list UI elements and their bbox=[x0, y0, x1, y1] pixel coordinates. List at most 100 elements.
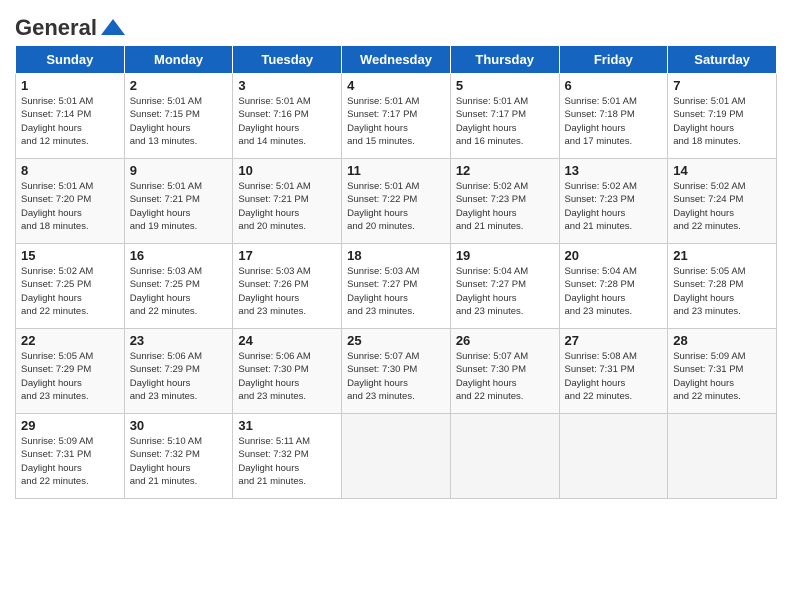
day-info: Sunrise: 5:02 AMSunset: 7:24 PMDaylight … bbox=[673, 180, 771, 233]
calendar-day-cell: 26 Sunrise: 5:07 AMSunset: 7:30 PMDaylig… bbox=[450, 329, 559, 414]
calendar-day-cell bbox=[342, 414, 451, 499]
day-number: 13 bbox=[565, 163, 663, 178]
day-number: 10 bbox=[238, 163, 336, 178]
day-of-week-header: Monday bbox=[124, 46, 233, 74]
day-info: Sunrise: 5:01 AMSunset: 7:16 PMDaylight … bbox=[238, 95, 336, 148]
day-info: Sunrise: 5:01 AMSunset: 7:21 PMDaylight … bbox=[238, 180, 336, 233]
logo-icon bbox=[99, 17, 127, 39]
day-info: Sunrise: 5:05 AMSunset: 7:28 PMDaylight … bbox=[673, 265, 771, 318]
day-number: 20 bbox=[565, 248, 663, 263]
calendar-week-row: 15 Sunrise: 5:02 AMSunset: 7:25 PMDaylig… bbox=[16, 244, 777, 329]
calendar-day-cell bbox=[668, 414, 777, 499]
day-info: Sunrise: 5:03 AMSunset: 7:27 PMDaylight … bbox=[347, 265, 445, 318]
day-info: Sunrise: 5:09 AMSunset: 7:31 PMDaylight … bbox=[21, 435, 119, 488]
day-info: Sunrise: 5:05 AMSunset: 7:29 PMDaylight … bbox=[21, 350, 119, 403]
calendar-day-cell: 27 Sunrise: 5:08 AMSunset: 7:31 PMDaylig… bbox=[559, 329, 668, 414]
calendar-day-cell: 4 Sunrise: 5:01 AMSunset: 7:17 PMDayligh… bbox=[342, 74, 451, 159]
day-info: Sunrise: 5:03 AMSunset: 7:25 PMDaylight … bbox=[130, 265, 228, 318]
day-number: 1 bbox=[21, 78, 119, 93]
day-of-week-header: Tuesday bbox=[233, 46, 342, 74]
day-number: 5 bbox=[456, 78, 554, 93]
day-info: Sunrise: 5:01 AMSunset: 7:15 PMDaylight … bbox=[130, 95, 228, 148]
calendar-day-cell: 16 Sunrise: 5:03 AMSunset: 7:25 PMDaylig… bbox=[124, 244, 233, 329]
day-info: Sunrise: 5:06 AMSunset: 7:30 PMDaylight … bbox=[238, 350, 336, 403]
calendar-day-cell: 8 Sunrise: 5:01 AMSunset: 7:20 PMDayligh… bbox=[16, 159, 125, 244]
calendar-day-cell: 10 Sunrise: 5:01 AMSunset: 7:21 PMDaylig… bbox=[233, 159, 342, 244]
calendar-day-cell: 24 Sunrise: 5:06 AMSunset: 7:30 PMDaylig… bbox=[233, 329, 342, 414]
day-number: 17 bbox=[238, 248, 336, 263]
calendar-day-cell: 2 Sunrise: 5:01 AMSunset: 7:15 PMDayligh… bbox=[124, 74, 233, 159]
day-number: 22 bbox=[21, 333, 119, 348]
day-number: 29 bbox=[21, 418, 119, 433]
day-info: Sunrise: 5:02 AMSunset: 7:23 PMDaylight … bbox=[456, 180, 554, 233]
day-number: 7 bbox=[673, 78, 771, 93]
calendar-header-row: SundayMondayTuesdayWednesdayThursdayFrid… bbox=[16, 46, 777, 74]
calendar-day-cell: 18 Sunrise: 5:03 AMSunset: 7:27 PMDaylig… bbox=[342, 244, 451, 329]
calendar-day-cell: 22 Sunrise: 5:05 AMSunset: 7:29 PMDaylig… bbox=[16, 329, 125, 414]
calendar-day-cell: 7 Sunrise: 5:01 AMSunset: 7:19 PMDayligh… bbox=[668, 74, 777, 159]
day-info: Sunrise: 5:07 AMSunset: 7:30 PMDaylight … bbox=[456, 350, 554, 403]
calendar-week-row: 29 Sunrise: 5:09 AMSunset: 7:31 PMDaylig… bbox=[16, 414, 777, 499]
day-of-week-header: Thursday bbox=[450, 46, 559, 74]
day-info: Sunrise: 5:04 AMSunset: 7:27 PMDaylight … bbox=[456, 265, 554, 318]
page-header: General bbox=[15, 10, 777, 37]
day-info: Sunrise: 5:01 AMSunset: 7:17 PMDaylight … bbox=[456, 95, 554, 148]
day-number: 12 bbox=[456, 163, 554, 178]
day-number: 8 bbox=[21, 163, 119, 178]
day-number: 26 bbox=[456, 333, 554, 348]
day-info: Sunrise: 5:11 AMSunset: 7:32 PMDaylight … bbox=[238, 435, 336, 488]
calendar-table: SundayMondayTuesdayWednesdayThursdayFrid… bbox=[15, 45, 777, 499]
day-info: Sunrise: 5:01 AMSunset: 7:18 PMDaylight … bbox=[565, 95, 663, 148]
day-number: 6 bbox=[565, 78, 663, 93]
calendar-day-cell: 19 Sunrise: 5:04 AMSunset: 7:27 PMDaylig… bbox=[450, 244, 559, 329]
day-of-week-header: Saturday bbox=[668, 46, 777, 74]
calendar-day-cell: 31 Sunrise: 5:11 AMSunset: 7:32 PMDaylig… bbox=[233, 414, 342, 499]
calendar-day-cell: 12 Sunrise: 5:02 AMSunset: 7:23 PMDaylig… bbox=[450, 159, 559, 244]
calendar-week-row: 1 Sunrise: 5:01 AMSunset: 7:14 PMDayligh… bbox=[16, 74, 777, 159]
day-number: 28 bbox=[673, 333, 771, 348]
calendar-day-cell: 30 Sunrise: 5:10 AMSunset: 7:32 PMDaylig… bbox=[124, 414, 233, 499]
day-info: Sunrise: 5:01 AMSunset: 7:21 PMDaylight … bbox=[130, 180, 228, 233]
day-of-week-header: Wednesday bbox=[342, 46, 451, 74]
calendar-day-cell: 23 Sunrise: 5:06 AMSunset: 7:29 PMDaylig… bbox=[124, 329, 233, 414]
calendar-day-cell: 6 Sunrise: 5:01 AMSunset: 7:18 PMDayligh… bbox=[559, 74, 668, 159]
calendar-day-cell: 1 Sunrise: 5:01 AMSunset: 7:14 PMDayligh… bbox=[16, 74, 125, 159]
calendar-day-cell: 17 Sunrise: 5:03 AMSunset: 7:26 PMDaylig… bbox=[233, 244, 342, 329]
day-info: Sunrise: 5:01 AMSunset: 7:20 PMDaylight … bbox=[21, 180, 119, 233]
calendar-day-cell bbox=[450, 414, 559, 499]
day-info: Sunrise: 5:02 AMSunset: 7:23 PMDaylight … bbox=[565, 180, 663, 233]
day-info: Sunrise: 5:01 AMSunset: 7:14 PMDaylight … bbox=[21, 95, 119, 148]
calendar-day-cell: 13 Sunrise: 5:02 AMSunset: 7:23 PMDaylig… bbox=[559, 159, 668, 244]
calendar-day-cell: 3 Sunrise: 5:01 AMSunset: 7:16 PMDayligh… bbox=[233, 74, 342, 159]
day-of-week-header: Sunday bbox=[16, 46, 125, 74]
calendar-day-cell: 21 Sunrise: 5:05 AMSunset: 7:28 PMDaylig… bbox=[668, 244, 777, 329]
calendar-day-cell: 20 Sunrise: 5:04 AMSunset: 7:28 PMDaylig… bbox=[559, 244, 668, 329]
day-number: 14 bbox=[673, 163, 771, 178]
day-number: 30 bbox=[130, 418, 228, 433]
day-info: Sunrise: 5:03 AMSunset: 7:26 PMDaylight … bbox=[238, 265, 336, 318]
day-of-week-header: Friday bbox=[559, 46, 668, 74]
day-number: 2 bbox=[130, 78, 228, 93]
day-number: 9 bbox=[130, 163, 228, 178]
day-info: Sunrise: 5:04 AMSunset: 7:28 PMDaylight … bbox=[565, 265, 663, 318]
day-number: 16 bbox=[130, 248, 228, 263]
day-number: 21 bbox=[673, 248, 771, 263]
day-number: 18 bbox=[347, 248, 445, 263]
calendar-day-cell: 5 Sunrise: 5:01 AMSunset: 7:17 PMDayligh… bbox=[450, 74, 559, 159]
logo: General bbox=[15, 15, 127, 37]
calendar-day-cell: 25 Sunrise: 5:07 AMSunset: 7:30 PMDaylig… bbox=[342, 329, 451, 414]
day-info: Sunrise: 5:07 AMSunset: 7:30 PMDaylight … bbox=[347, 350, 445, 403]
day-number: 11 bbox=[347, 163, 445, 178]
logo-text: General bbox=[15, 15, 97, 41]
day-number: 27 bbox=[565, 333, 663, 348]
day-info: Sunrise: 5:01 AMSunset: 7:17 PMDaylight … bbox=[347, 95, 445, 148]
day-info: Sunrise: 5:02 AMSunset: 7:25 PMDaylight … bbox=[21, 265, 119, 318]
calendar-day-cell: 9 Sunrise: 5:01 AMSunset: 7:21 PMDayligh… bbox=[124, 159, 233, 244]
day-info: Sunrise: 5:10 AMSunset: 7:32 PMDaylight … bbox=[130, 435, 228, 488]
day-info: Sunrise: 5:01 AMSunset: 7:19 PMDaylight … bbox=[673, 95, 771, 148]
day-info: Sunrise: 5:01 AMSunset: 7:22 PMDaylight … bbox=[347, 180, 445, 233]
day-number: 31 bbox=[238, 418, 336, 433]
calendar-day-cell: 15 Sunrise: 5:02 AMSunset: 7:25 PMDaylig… bbox=[16, 244, 125, 329]
day-number: 4 bbox=[347, 78, 445, 93]
day-number: 24 bbox=[238, 333, 336, 348]
